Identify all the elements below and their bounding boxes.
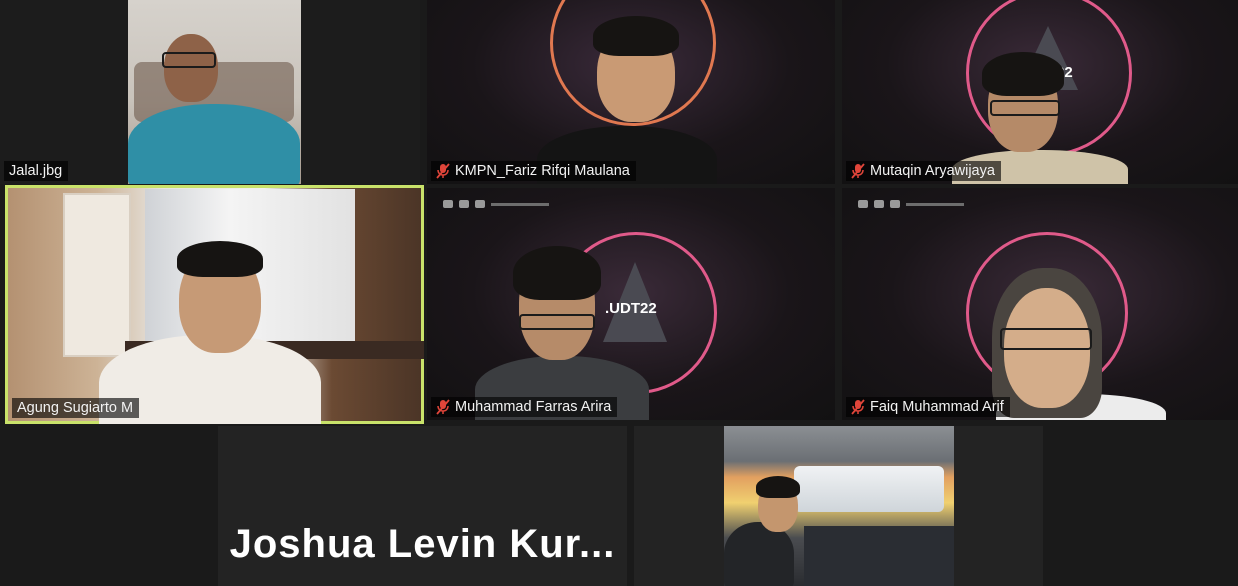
- participant-name: Mutaqin Aryawijaya: [870, 163, 995, 179]
- glasses: [162, 52, 216, 68]
- participant-name-large: Joshua Levin Kur...: [229, 522, 616, 566]
- participant-tile-farras[interactable]: .UDT22 Muhammad Farras Arira: [427, 188, 835, 420]
- person-hair: [593, 16, 679, 56]
- participant-name: Jalal.jbg: [9, 163, 63, 179]
- background-logo-text: .UDT22: [605, 300, 657, 317]
- participant-name: KMPN_Fariz Rifqi Maulana: [455, 163, 630, 179]
- name-tag: Faiq Muhammad Arif: [846, 397, 1010, 417]
- cockpit-window: [794, 466, 944, 512]
- name-tag: Muhammad Farras Arira: [431, 397, 618, 417]
- participant-name: Agung Sugiarto M: [17, 400, 134, 416]
- participant-tile-faiq[interactable]: Faiq Muhammad Arif: [842, 188, 1238, 420]
- person-hair: [756, 476, 800, 498]
- participant-tile-mutaqin[interactable]: 22 Mutaqin Aryawijaya: [842, 0, 1238, 184]
- participant-tile-cockpit[interactable]: [634, 426, 1043, 586]
- participant-tile-fariz[interactable]: KMPN_Fariz Rifqi Maulana: [427, 0, 835, 184]
- participant-tile-jalal[interactable]: Jalal.jbg: [0, 0, 420, 184]
- person-hair: [177, 241, 263, 277]
- mic-off-icon: [436, 163, 450, 179]
- glasses: [519, 314, 595, 330]
- name-tag: Jalal.jbg: [4, 161, 69, 181]
- glasses: [1000, 328, 1092, 350]
- person-hair: [982, 52, 1064, 96]
- participant-name: Muhammad Farras Arira: [455, 399, 612, 415]
- name-tag: KMPN_Fariz Rifqi Maulana: [431, 161, 636, 181]
- mic-off-icon: [851, 399, 865, 415]
- participant-tile-joshua[interactable]: Joshua Levin Kur...: [218, 426, 627, 586]
- participant-video-cockpit: [724, 426, 954, 586]
- participant-name: Faiq Muhammad Arif: [870, 399, 1004, 415]
- person-head: [164, 34, 218, 102]
- participant-tile-agung[interactable]: Agung Sugiarto M: [5, 185, 424, 424]
- glasses: [990, 100, 1060, 116]
- background-logo-strip: [443, 200, 549, 208]
- cockpit-panel: [804, 526, 954, 586]
- person-hair: [513, 246, 601, 300]
- name-tag: Mutaqin Aryawijaya: [846, 161, 1001, 181]
- mic-off-icon: [851, 163, 865, 179]
- mic-off-icon: [436, 399, 450, 415]
- person-torso: [128, 104, 300, 184]
- participant-video-jalal: [128, 0, 301, 184]
- bookshelf: [63, 193, 131, 357]
- name-tag: Agung Sugiarto M: [12, 398, 140, 418]
- background-logo-strip: [858, 200, 964, 208]
